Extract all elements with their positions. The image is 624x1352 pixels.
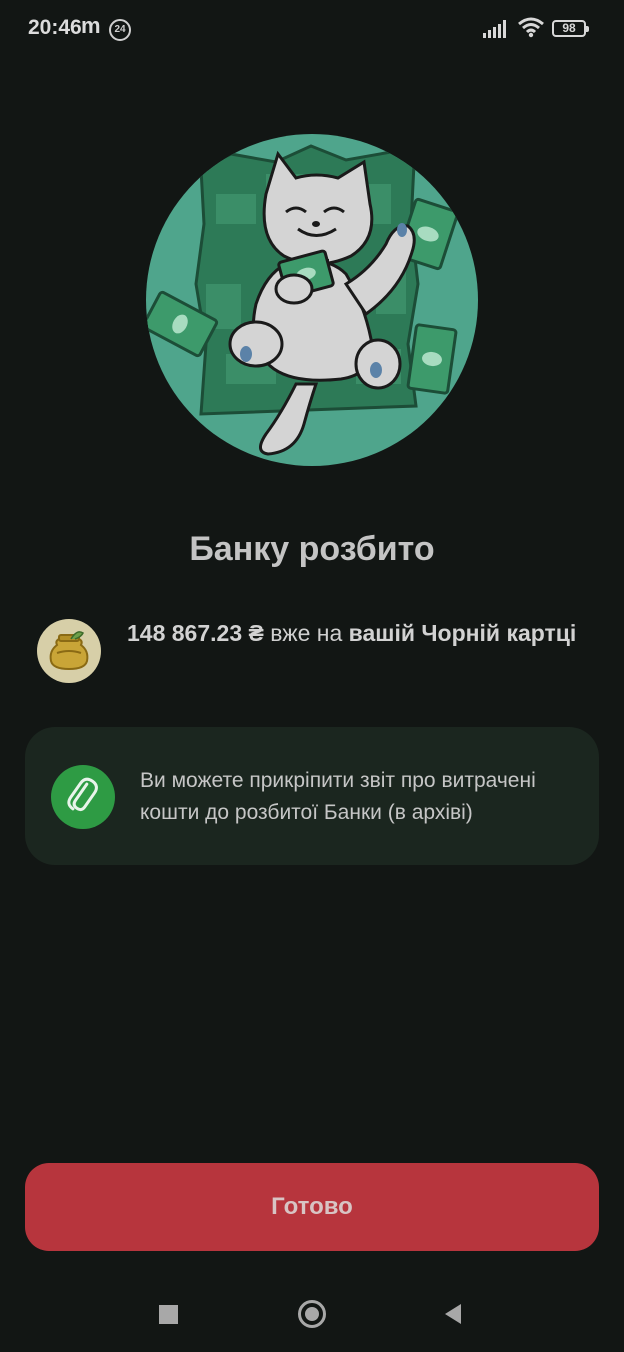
paperclip-glyph-icon (67, 777, 98, 812)
app-notification-m-icon: m (81, 13, 101, 38)
battery-icon: 98 (552, 20, 589, 37)
notification-badge-icon: 24 (109, 19, 131, 41)
recents-square-icon[interactable] (159, 1305, 178, 1324)
jar-broken-screen: 20:46 m 24 98 Банку розбито 148 867.23 ₴… (0, 0, 624, 1352)
attach-report-card[interactable]: Ви можете прикріпити звіт про витрачені … (25, 727, 599, 865)
wifi-icon (518, 17, 544, 38)
amount-value: 148 867.23 ₴ (127, 620, 264, 646)
signal-icon (483, 20, 506, 38)
amount-message: 148 867.23 ₴ вже на вашій Чорній картці (127, 617, 597, 649)
home-circle-icon[interactable] (298, 1300, 326, 1328)
status-time: 20:46 (28, 16, 82, 39)
page-title: Банку розбито (189, 530, 435, 568)
jar-image-icon (49, 631, 89, 671)
status-bar: 20:46 m 24 98 (0, 0, 624, 58)
amount-connector-text: вже на (263, 620, 349, 646)
back-triangle-icon[interactable] (443, 1303, 463, 1325)
jar-icon (37, 619, 101, 683)
attach-report-text: Ви можете прикріпити звіт про витрачені … (140, 769, 536, 824)
paperclip-icon (51, 765, 115, 829)
card-name: вашій Чорній картці (348, 620, 577, 646)
done-button[interactable]: Готово (25, 1163, 599, 1251)
cat-with-money-illustration (146, 134, 478, 466)
